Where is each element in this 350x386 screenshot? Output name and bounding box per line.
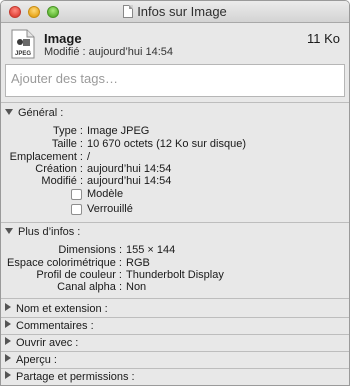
- file-name: Image: [44, 31, 82, 46]
- info-row-color-space-key: Espace colorimétrique :: [7, 257, 122, 269]
- info-row-color-space-value: RGB: [126, 257, 150, 269]
- section-comments-label: Commentaires :: [16, 320, 94, 332]
- info-row-location-key: Emplacement :: [9, 151, 83, 163]
- section-name-extension-header[interactable]: Nom et extension :: [5, 303, 108, 317]
- info-row-type-value: Image JPEG: [87, 125, 150, 137]
- divider: [1, 351, 349, 352]
- tags-placeholder: Ajouter des tags…: [11, 71, 118, 86]
- file-modified: Modifié : aujourd’hui 14:54: [44, 46, 174, 58]
- disclosure-closed-icon: [5, 303, 11, 311]
- info-row-modified-key: Modifié :: [41, 175, 83, 187]
- disclosure-open-icon: [5, 228, 13, 234]
- locked-checkbox-box[interactable]: [71, 204, 82, 215]
- section-general-header[interactable]: Général :: [5, 107, 63, 121]
- tags-field[interactable]: Ajouter des tags…: [5, 64, 345, 97]
- info-row-size-key: Taille :: [51, 138, 83, 150]
- title-bar[interactable]: Infos sur Image: [1, 1, 349, 23]
- info-row-size-value: 10 670 octets (12 Ko sur disque): [87, 138, 246, 150]
- section-sharing-permissions-header[interactable]: Partage et permissions :: [5, 371, 135, 385]
- disclosure-closed-icon: [5, 371, 11, 379]
- section-open-with-label: Ouvrir avec :: [16, 337, 79, 349]
- file-size: 11 Ko: [306, 31, 340, 46]
- info-row-alpha-channel-key: Canal alpha :: [57, 281, 122, 293]
- disclosure-closed-icon: [5, 337, 11, 345]
- divider: [1, 334, 349, 335]
- info-row-modified-value: aujourd’hui 14:54: [87, 175, 172, 187]
- section-more-info-label: Plus d’infos :: [18, 226, 81, 238]
- disclosure-open-icon: [5, 109, 13, 115]
- info-window: Infos sur Image JPEG Image Modifié : auj…: [0, 0, 350, 386]
- locked-checkbox-label: Verrouillé: [87, 203, 133, 215]
- template-checkbox-label: Modèle: [87, 188, 124, 200]
- disclosure-closed-icon: [5, 354, 11, 362]
- template-checkbox-box[interactable]: [71, 189, 82, 200]
- disclosure-closed-icon: [5, 320, 11, 328]
- info-row-created-key: Création :: [35, 163, 83, 175]
- section-more-info-header[interactable]: Plus d’infos :: [5, 226, 80, 240]
- divider: [1, 298, 349, 299]
- section-preview-label: Aperçu :: [16, 354, 57, 366]
- section-general-label: Général :: [18, 107, 64, 119]
- info-row-alpha-channel-value: Non: [126, 281, 147, 293]
- info-row-created-value: aujourd’hui 14:54: [87, 163, 172, 175]
- window-title: Infos sur Image: [137, 4, 227, 19]
- window-title-area: Infos sur Image: [1, 4, 349, 19]
- info-row-color-profile-key: Profil de couleur :: [36, 269, 122, 281]
- section-name-extension-label: Nom et extension :: [16, 303, 108, 315]
- info-row-type-key: Type :: [53, 125, 83, 137]
- jpeg-file-icon: JPEG: [11, 29, 35, 59]
- divider: [1, 222, 349, 223]
- info-row-dimensions-value: 155 × 144: [126, 244, 176, 256]
- info-row-location-value: /: [87, 151, 91, 163]
- document-icon: [123, 5, 134, 18]
- info-row-color-profile-value: Thunderbolt Display: [126, 269, 224, 281]
- section-preview-header[interactable]: Aperçu :: [5, 354, 57, 368]
- divider: [1, 317, 349, 318]
- file-header: JPEG Image Modifié : aujourd’hui 14:54 1…: [1, 23, 349, 63]
- jpeg-file-icon-label: JPEG: [15, 51, 31, 57]
- info-row-dimensions-key: Dimensions :: [58, 244, 122, 256]
- section-open-with-header[interactable]: Ouvrir avec :: [5, 337, 78, 351]
- divider: [1, 102, 349, 103]
- divider: [1, 368, 349, 369]
- section-comments-header[interactable]: Commentaires :: [5, 320, 94, 334]
- section-sharing-permissions-label: Partage et permissions :: [16, 371, 135, 383]
